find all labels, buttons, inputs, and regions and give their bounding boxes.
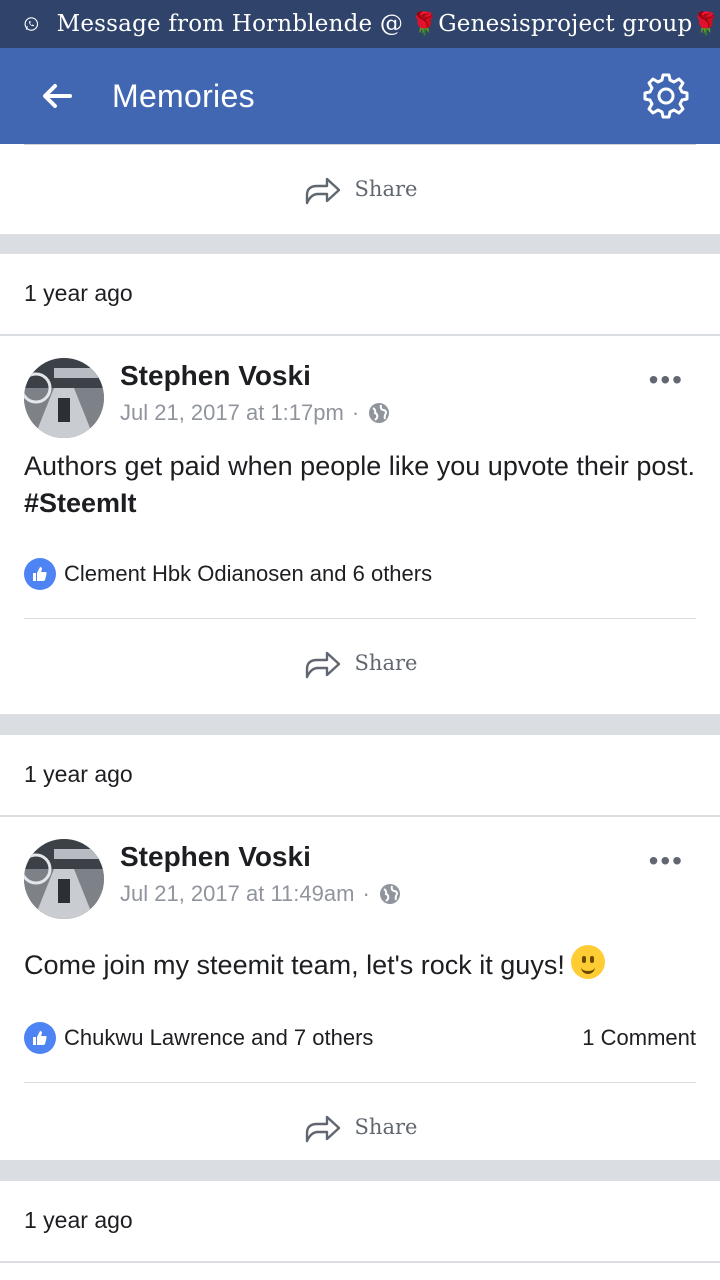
author-name[interactable]: Stephen Voski (120, 841, 311, 873)
share-button[interactable]: Share (0, 1083, 720, 1171)
post-timestamp[interactable]: Jul 21, 2017 at 11:49am (120, 881, 354, 907)
memory-header: 1 year ago (0, 1181, 720, 1261)
share-arrow-icon (305, 177, 340, 205)
share-arrow-icon (305, 651, 340, 679)
likes-summary: Chukwu Lawrence and 7 others (64, 1025, 374, 1050)
post-header: Stephen Voski Jul 21, 2017 at 11:49am · … (0, 817, 720, 929)
rose-emoji: 🌹 (692, 12, 720, 37)
memory-age: 1 year ago (24, 760, 133, 787)
car-interior-photo (24, 839, 104, 919)
memory-header: 1 year ago (0, 254, 720, 334)
more-options-icon[interactable]: ••• (649, 845, 684, 877)
smiley-emoji-icon (570, 945, 605, 979)
author-name[interactable]: Stephen Voski (120, 360, 311, 392)
globe-icon (369, 403, 390, 423)
share-label: Share (354, 177, 418, 201)
separator-dot: · (362, 881, 370, 906)
like-icon (24, 1022, 56, 1054)
post-text: Authors get paid when people like you up… (24, 451, 695, 518)
reactions-row[interactable]: Chukwu Lawrence and 7 others 1 Comment (0, 994, 720, 1082)
notification-text: Message from Hornblende @ 🌹Genesisprojec… (56, 11, 720, 37)
car-interior-photo (24, 358, 104, 438)
memory-age: 1 year ago (24, 279, 133, 306)
memory-header: 1 year ago (0, 735, 720, 815)
avatar[interactable] (24, 358, 104, 438)
share-label: Share (354, 1115, 418, 1139)
app-bar: Memories (0, 48, 720, 144)
share-label: Share (354, 651, 418, 675)
post-meta: Jul 21, 2017 at 11:49am · (120, 881, 402, 907)
globe-icon (379, 884, 400, 904)
separator-dot: · (351, 400, 360, 425)
likes-summary: Clement Hbk Odianosen and 6 others (64, 561, 433, 586)
back-arrow-icon[interactable] (38, 78, 74, 114)
memory-card-partial: Share (0, 144, 720, 234)
avatar[interactable] (24, 839, 104, 919)
comments-count[interactable]: 1 Comment (582, 1025, 696, 1051)
share-button[interactable]: Share (0, 619, 720, 707)
post-card-partial (0, 1263, 720, 1280)
whatsapp-icon (24, 17, 39, 31)
memory-age: 1 year ago (24, 1206, 133, 1233)
share-button[interactable]: Share (0, 145, 720, 233)
reactions-row[interactable]: Clement Hbk Odianosen and 6 others (0, 530, 720, 618)
rose-emoji: 🌹 (410, 12, 439, 37)
notification-bar[interactable]: Message from Hornblende @ 🌹Genesisprojec… (0, 0, 720, 48)
more-options-icon[interactable]: ••• (649, 364, 684, 396)
post-card: Stephen Voski Jul 21, 2017 at 1:17pm · •… (0, 336, 720, 714)
share-arrow-icon (305, 1115, 340, 1143)
post-meta: Jul 21, 2017 at 1:17pm · (120, 400, 391, 426)
post-header: Stephen Voski Jul 21, 2017 at 1:17pm · •… (0, 336, 720, 448)
post-text: Come join my steemit team, let's rock it… (0, 945, 720, 984)
like-icon (24, 558, 56, 590)
settings-gear-icon[interactable] (642, 72, 690, 120)
page-title: Memories (112, 77, 255, 114)
post-card: Stephen Voski Jul 21, 2017 at 11:49am · … (0, 817, 720, 1160)
hashtag[interactable]: #SteemIt (24, 488, 137, 518)
post-timestamp[interactable]: Jul 21, 2017 at 1:17pm (120, 400, 344, 426)
